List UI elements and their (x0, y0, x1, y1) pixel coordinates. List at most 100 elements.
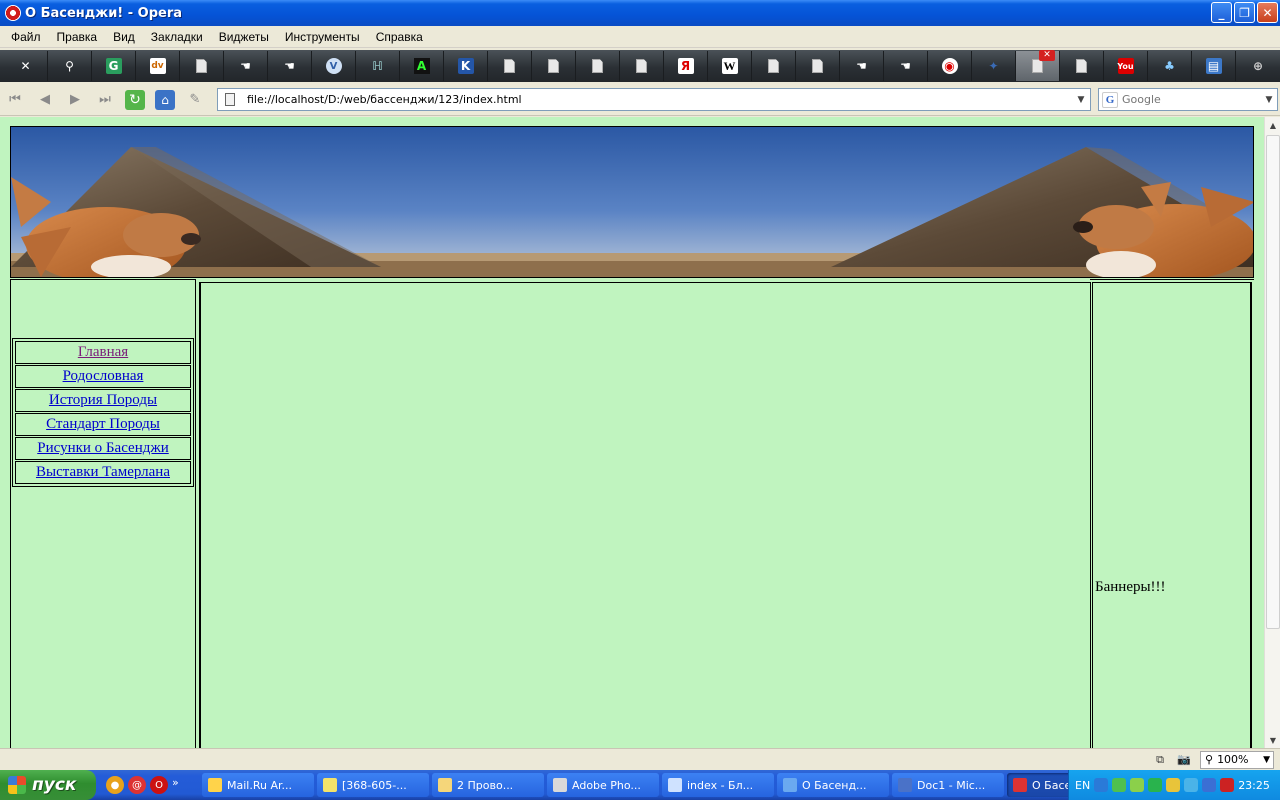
menu-file[interactable]: Файл (4, 30, 50, 44)
document-icon (225, 93, 235, 106)
tab-14[interactable] (620, 51, 664, 81)
scroll-up-icon[interactable]: ▲ (1265, 117, 1280, 133)
reload-button[interactable]: ↻ (120, 87, 150, 113)
tab-15[interactable]: Я (664, 51, 708, 81)
taskbar-item-notepad[interactable]: index - Бл... (662, 773, 774, 797)
tab-5[interactable]: ☚ (224, 51, 268, 81)
network-icon[interactable] (1112, 778, 1127, 792)
nav-link-breed-history[interactable]: История Породы (15, 389, 191, 412)
rewind-icon: ⏮ (9, 92, 21, 107)
nav-link-pedigree[interactable]: Родословная (15, 365, 191, 388)
camera-icon[interactable]: 📷 (1176, 753, 1192, 767)
menu-help[interactable]: Справка (369, 30, 432, 44)
tab-7[interactable]: V (312, 51, 356, 81)
language-indicator[interactable]: EN (1075, 779, 1090, 792)
tab-18[interactable] (796, 51, 840, 81)
new-tab-button[interactable]: ⊕ (1236, 51, 1280, 81)
close-tab-icon[interactable]: ✕ (1039, 50, 1055, 61)
more-quicklaunch-icon[interactable]: » (172, 776, 179, 794)
tab-11[interactable] (488, 51, 532, 81)
tab-8[interactable]: ℍ (356, 51, 400, 81)
opera-icon[interactable]: O (150, 776, 168, 794)
site-favicon-icon: V (325, 58, 342, 74)
taskbar-item-chat[interactable]: [368-605-... (317, 773, 429, 797)
tab-17[interactable] (752, 51, 796, 81)
url-text[interactable]: file://localhost/D:/web/бассенджи/123/in… (247, 93, 522, 106)
nav-link-home[interactable]: Главная (15, 341, 191, 364)
tab-3[interactable]: dv (136, 51, 180, 81)
menu-tools[interactable]: Инструменты (278, 30, 369, 44)
tab-16[interactable]: W (708, 51, 752, 81)
forward-button[interactable]: ▶ (60, 87, 90, 113)
taskbar-item-word[interactable]: Doc1 - Mic... (892, 773, 1004, 797)
start-button[interactable]: пуск (0, 770, 96, 800)
tray-arrow-icon[interactable] (1094, 778, 1109, 792)
taskbar-item-mailru[interactable]: Mail.Ru Ar... (202, 773, 314, 797)
address-field[interactable]: file://localhost/D:/web/бассенджи/123/in… (217, 88, 1091, 111)
chrome-icon[interactable]: ● (106, 776, 124, 794)
tab-toolbar: ✕ ⚲ G dv ☚ ☚ V ℍ A K Я W ☚ ☚ ◉ ✦ ✕ You ♣… (0, 50, 1280, 82)
tab-21[interactable]: ◉ (928, 51, 972, 81)
window-title: О Басенджи! - Opera (25, 5, 183, 21)
tab-27[interactable]: ▤ (1192, 51, 1236, 81)
tab-25[interactable]: You (1104, 51, 1148, 81)
back-button[interactable]: ◀ (30, 87, 60, 113)
google-icon[interactable]: G (1102, 91, 1118, 108)
tab-13[interactable] (576, 51, 620, 81)
volume-icon[interactable] (1202, 778, 1217, 792)
icq-icon[interactable] (1148, 778, 1163, 792)
taskbar-item-ie[interactable]: О Басенд... (777, 773, 889, 797)
tab-19[interactable]: ☚ (840, 51, 884, 81)
tab-9[interactable]: A (400, 51, 444, 81)
back-arrow-icon: ◀ (40, 92, 50, 107)
menu-edit[interactable]: Правка (50, 30, 107, 44)
taskbar-item-photoshop[interactable]: Adobe Pho... (547, 773, 659, 797)
tools-button[interactable]: ✕ (4, 51, 48, 81)
tab-26[interactable]: ♣ (1148, 51, 1192, 81)
navigation-menu: Главная Родословная История Породы Станд… (12, 338, 194, 487)
minimize-button[interactable]: _ (1211, 2, 1232, 23)
scrollbar-thumb[interactable] (1266, 135, 1280, 629)
menu-widgets[interactable]: Виджеты (212, 30, 278, 44)
rewind-button[interactable]: ⏮ (0, 87, 30, 113)
address-dropdown-icon[interactable]: ▼ (1072, 89, 1090, 110)
search-dropdown-icon[interactable]: ▼ (1261, 89, 1277, 110)
zoom-selector[interactable]: ⚲ 100% ▼ (1200, 750, 1274, 769)
search-input[interactable] (1122, 93, 1252, 106)
tab-12[interactable] (532, 51, 576, 81)
messenger-icon[interactable] (1166, 778, 1181, 792)
taskbar-item-explorer[interactable]: 2 Прово... (432, 773, 544, 797)
vertical-scrollbar[interactable]: ▲ ▼ (1264, 117, 1280, 748)
nav-link-tamerlan-shows[interactable]: Выставки Тамерлана (15, 461, 191, 484)
browser-icon[interactable]: @ (128, 776, 146, 794)
tab-6[interactable]: ☚ (268, 51, 312, 81)
pencil-icon: ✎ (189, 92, 201, 107)
edit-button[interactable]: ✎ (180, 87, 210, 113)
close-button[interactable]: ✕ (1257, 2, 1278, 23)
tab-4[interactable] (180, 51, 224, 81)
tab-10[interactable]: K (444, 51, 488, 81)
skype-icon[interactable] (1184, 778, 1199, 792)
menu-bookmarks[interactable]: Закладки (144, 30, 212, 44)
tab-20[interactable]: ☚ (884, 51, 928, 81)
nav-link-basenji-drawings[interactable]: Рисунки о Басенджи (15, 437, 191, 460)
antivirus-icon[interactable] (1130, 778, 1145, 792)
fast-forward-button[interactable]: ⏭ (90, 87, 120, 113)
tab-active[interactable]: ✕ (1016, 50, 1060, 81)
tab-1[interactable]: ⚲ (48, 51, 92, 81)
plus-icon: ⊕ (1252, 59, 1264, 73)
panels-icon[interactable]: ⧉ (1152, 753, 1168, 767)
keyboard-layout-icon[interactable] (1220, 778, 1235, 792)
tab-24[interactable] (1060, 51, 1104, 81)
nav-link-breed-standard[interactable]: Стандарт Породы (15, 413, 191, 436)
thumb-icon: ☚ (240, 59, 251, 73)
satellite-icon: ⚲ (65, 59, 74, 73)
home-button[interactable]: ⌂ (150, 87, 180, 113)
maximize-button[interactable]: ❐ (1234, 2, 1255, 23)
menu-view[interactable]: Вид (106, 30, 144, 44)
tab-22[interactable]: ✦ (972, 51, 1016, 81)
page-icon (1076, 59, 1087, 73)
tab-2[interactable]: G (92, 51, 136, 81)
scroll-down-icon[interactable]: ▼ (1265, 732, 1280, 748)
search-field[interactable]: G ▼ (1098, 88, 1278, 111)
